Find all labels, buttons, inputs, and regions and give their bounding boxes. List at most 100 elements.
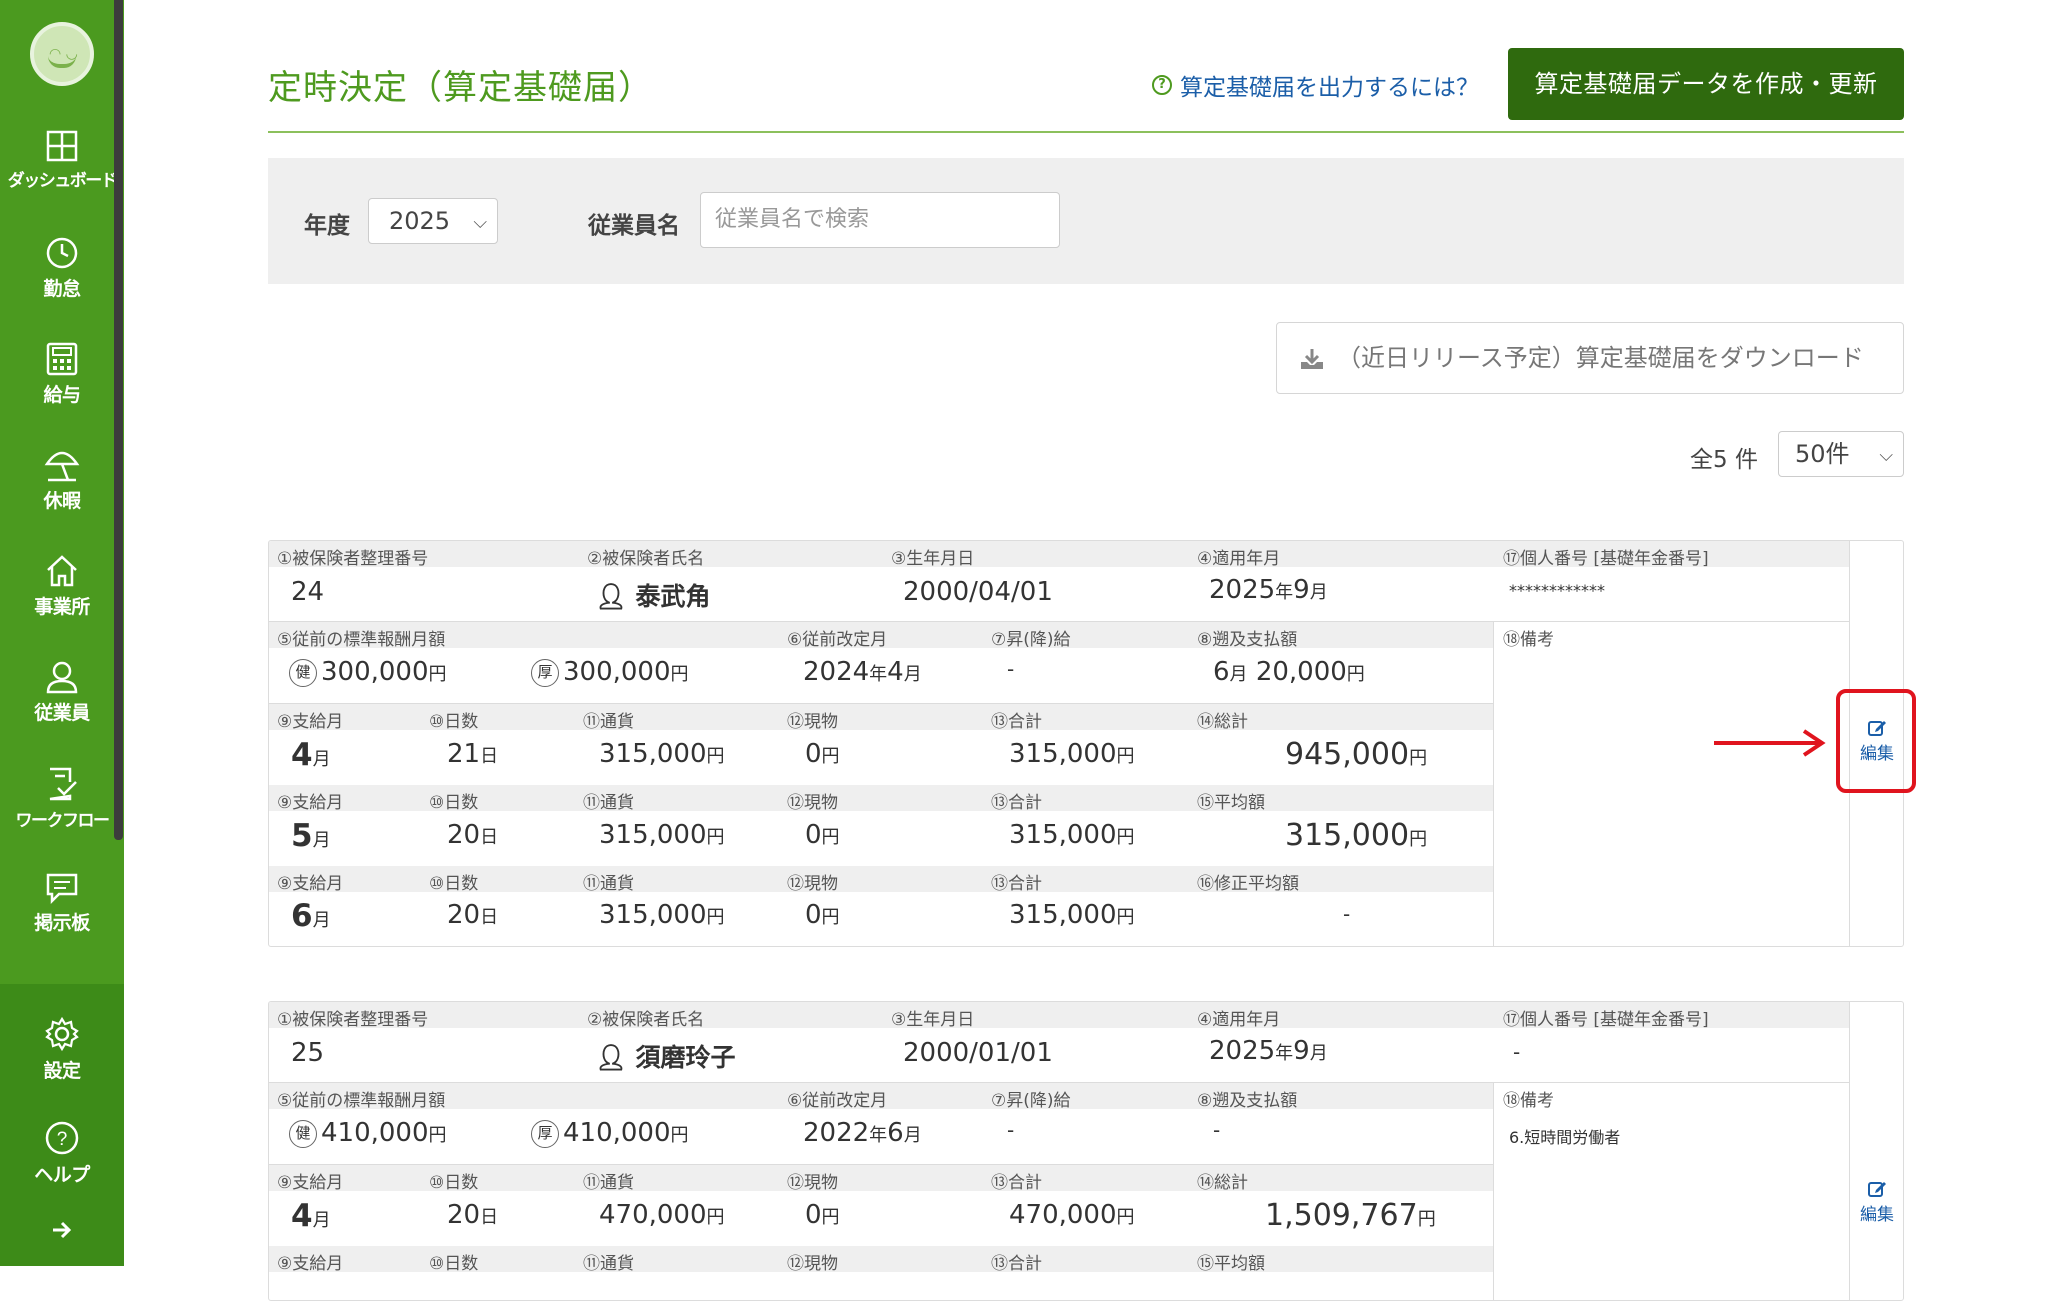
year-select[interactable]: 2025 ⌵ [368, 198, 498, 244]
sidebar-scrollbar[interactable] [114, 0, 123, 840]
help-link-text: 算定基礎届を出力するには？ [1180, 75, 1479, 101]
gear-icon [45, 1016, 79, 1052]
edit-button[interactable]: 編集 [1847, 1178, 1903, 1225]
svg-text:?: ? [57, 1129, 68, 1150]
days-label: ⑩日数 [429, 1254, 479, 1274]
pay-month-label: ⑨支給月 [277, 1173, 344, 1193]
person-icon: 👤︎ [595, 1043, 627, 1072]
my-number-label: ⑰個人番号 [基礎年金番号] [1503, 1010, 1709, 1030]
divider [1493, 621, 1494, 946]
sidebar-item-employees[interactable]: 従業員 [0, 660, 124, 760]
clock-icon [46, 237, 78, 269]
sidebar-expand-button[interactable] [0, 1218, 124, 1248]
edit-icon [1868, 1182, 1886, 1197]
prev-revision-label: ⑥従前改定月 [787, 630, 888, 650]
average-label: ⑮平均額 [1197, 793, 1265, 813]
chevron-down-icon: ⌵ [473, 212, 487, 233]
currency-label: ⑪通貨 [583, 1254, 634, 1274]
in-kind-amount: 0円 [805, 820, 840, 850]
currency-amount: 470,000円 [599, 1200, 725, 1230]
currency-label: ⑪通貨 [583, 712, 634, 732]
divider [1493, 1082, 1494, 1300]
person-icon [46, 661, 78, 694]
insured-name[interactable]: 👤︎ 泰武角 [595, 577, 710, 613]
in-kind-label: ⑫現物 [787, 712, 838, 732]
sidebar-item-dashboard[interactable]: ダッシュボード [0, 130, 124, 230]
work-days: 21日 [447, 739, 499, 769]
sidebar-item-label: 事業所 [34, 596, 90, 618]
sidebar-item-settings[interactable]: 設定 [0, 1016, 124, 1116]
pension-badge: 厚 [531, 1120, 559, 1148]
remarks-label: ⑱備考 [1503, 1091, 1554, 1111]
employee-name-label: 従業員名 [588, 213, 680, 239]
currency-label: ⑪通貨 [583, 874, 634, 894]
prev-revision-label: ⑥従前改定月 [787, 1091, 888, 1111]
health-badge: 健 [289, 1120, 317, 1148]
sidebar-item-label: ヘルプ [34, 1164, 90, 1186]
chevron-down-icon: ⌵ [1879, 445, 1893, 466]
remarks-label: ⑱備考 [1503, 630, 1554, 650]
sidebar-item-attendance[interactable]: 勤怠 [0, 236, 124, 336]
pay-month-label: ⑨支給月 [277, 1254, 344, 1274]
apply-month-label: ④適用年月 [1197, 549, 1281, 569]
work-days: 20日 [447, 900, 499, 930]
divider [1849, 1002, 1850, 1300]
sidebar-item-leave[interactable]: 休暇 [0, 448, 124, 548]
days-label: ⑩日数 [429, 874, 479, 894]
insured-name[interactable]: 👤︎ 須磨玲子 [595, 1038, 735, 1074]
per-page-select[interactable]: 50件 ⌵ [1778, 431, 1904, 477]
birth-date: 2000/01/01 [903, 1038, 1053, 1068]
year-value: 2025 [389, 207, 451, 235]
subtotal-amount: 315,000円 [1009, 900, 1135, 930]
work-days: 20日 [447, 1200, 499, 1230]
currency-amount: 315,000円 [599, 739, 725, 769]
average-amount: 315,000円 [1285, 818, 1428, 853]
pay-month-label: ⑨支給月 [277, 874, 344, 894]
download-button-label: （近日リリース予定）算定基礎届をダウンロード [1337, 344, 1864, 372]
sidebar-item-workflow[interactable]: ワークフロー [0, 766, 124, 866]
sidebar: ◠ ◡ ダッシュボード 勤怠 給与 休暇 事業所 従業員 ワークフロー 掲示板 … [0, 0, 124, 1266]
raise-value: - [1007, 1118, 1015, 1142]
work-days: 20日 [447, 820, 499, 850]
sidebar-item-help[interactable]: ? ヘルプ [0, 1120, 124, 1220]
sidebar-item-office[interactable]: 事業所 [0, 554, 124, 654]
prev-pension-amount: 厚 410,000円 [531, 1118, 689, 1148]
question-icon: ? [1152, 75, 1172, 95]
prev-revision-month: 2024年4月 [803, 657, 922, 687]
subtotal-label: ⑬合計 [991, 712, 1042, 732]
app-logo[interactable]: ◠ ◡ [30, 22, 94, 86]
retro-label: ⑧遡及支払額 [1197, 630, 1298, 650]
arrow-right-icon [53, 1221, 72, 1239]
sidebar-item-label: 勤怠 [43, 278, 81, 300]
download-button[interactable]: （近日リリース予定）算定基礎届をダウンロード [1276, 322, 1904, 394]
total-amount: 1,509,767円 [1265, 1198, 1436, 1233]
retro-amount: - [1213, 1118, 1221, 1142]
retro-label: ⑧遡及支払額 [1197, 1091, 1298, 1111]
edit-highlight-box [1836, 689, 1916, 793]
help-link[interactable]: ? 算定基礎届を出力するには？ [1152, 68, 1479, 102]
result-count: 全5 件 [1690, 447, 1758, 473]
sidebar-item-label: 掲示板 [34, 912, 90, 934]
page-title: 定時決定（算定基礎届） [268, 68, 653, 108]
title-divider [268, 131, 1904, 133]
subtotal-amount: 315,000円 [1009, 820, 1135, 850]
create-update-button[interactable]: 算定基礎届データを作成・更新 [1508, 48, 1904, 120]
employee-search-input[interactable]: 従業員名で検索 [700, 192, 1060, 248]
per-page-value: 50件 [1795, 440, 1850, 468]
apply-year-month: 2025年9月 [1209, 1036, 1328, 1066]
sidebar-item-label: 設定 [43, 1060, 81, 1082]
sidebar-item-payroll[interactable]: 給与 [0, 342, 124, 442]
home-icon [47, 555, 77, 587]
prev-pension-amount: 厚 300,000円 [531, 657, 689, 687]
sidebar-item-board[interactable]: 掲示板 [0, 872, 124, 972]
umbrella-icon [44, 451, 80, 482]
in-kind-amount: 0円 [805, 739, 840, 769]
pay-month: 5月 [291, 818, 331, 854]
raise-label: ⑦昇(降)給 [991, 630, 1071, 650]
pay-month: 4月 [291, 1198, 331, 1234]
pay-month-label: ⑨支給月 [277, 712, 344, 732]
raise-value: - [1007, 657, 1015, 681]
adjusted-average-amount: - [1343, 902, 1351, 926]
birth-label: ③生年月日 [891, 549, 975, 569]
in-kind-amount: 0円 [805, 1200, 840, 1230]
